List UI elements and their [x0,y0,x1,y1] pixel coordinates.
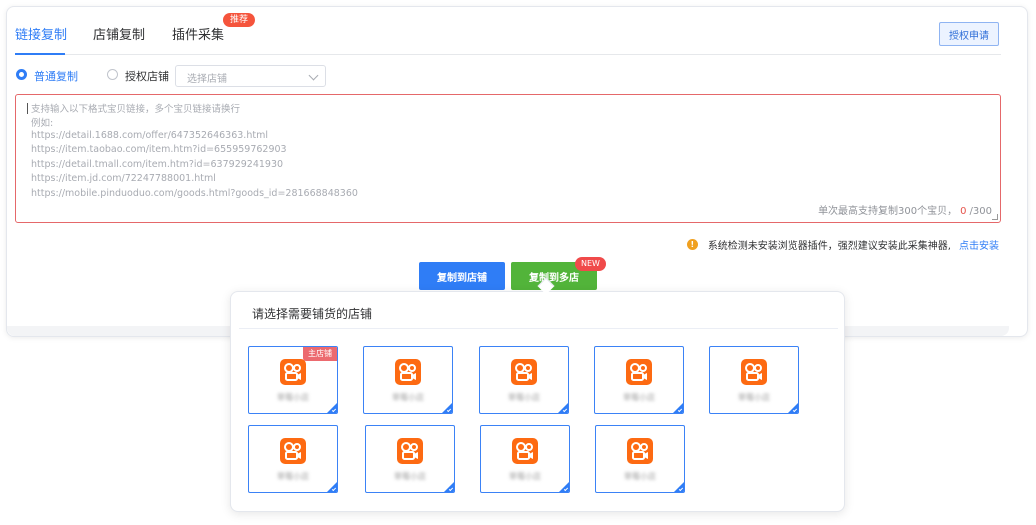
radio-normal-copy[interactable] [16,69,27,80]
tab-shop-copy[interactable]: 店铺复制 [93,24,145,43]
placeholder-line: 支持输入以下格式宝贝链接，多个宝贝链接请换行 [31,104,241,115]
notice-text: 系统检测未安装浏览器插件，强烈建议安装此采集神器, [707,241,951,252]
shop-name: 草莓小店 [508,393,540,402]
placeholder-line: https://item.taobao.com/item.htm?id=6559… [31,144,287,155]
plugin-notice: ! 系统检测未安装浏览器插件，强烈建议安装此采集神器, 点击安装 [686,237,999,252]
popover-title: 请选择需要铺货的店铺 [252,307,373,321]
shop-logo-icon [395,359,421,385]
shop-name: 草莓小店 [738,393,770,402]
tab-link-copy[interactable]: 链接复制 [15,24,67,43]
shop-card[interactable]: 草莓小店 主店铺 [248,346,338,414]
shop-select[interactable]: 选择店铺 [175,65,326,87]
tab-label: 店铺复制 [93,28,146,43]
count-max: /300 [969,206,992,217]
active-tab-indicator [15,53,65,55]
auth-apply-button[interactable]: 授权申请 [939,22,999,46]
shop-logo-icon [280,359,306,385]
warning-icon: ! [686,239,698,250]
shop-card[interactable]: 草莓小店 [709,346,799,414]
copy-to-shop-button[interactable]: 复制到店铺 [419,262,505,290]
shop-name: 草莓小店 [394,472,426,481]
new-badge: NEW [575,257,606,271]
recommend-badge: 推荐 [223,13,256,27]
char-count: 单次最高支持复制300个宝贝， 0/300 [818,202,992,217]
shop-logo-icon [626,359,652,385]
popover-divider [239,328,838,329]
install-link[interactable]: 点击安装 [959,237,999,252]
tab-bar: 链接复制 店铺复制 插件采集 推荐 [15,7,1001,55]
resize-handle[interactable] [992,214,998,220]
placeholder-line: 例如: [31,118,54,129]
link-input-textarea[interactable]: 支持输入以下格式宝贝链接，多个宝贝链接请换行 例如: https://detai… [15,94,1001,223]
radio-auth-shop[interactable] [107,69,118,80]
placeholder-line: https://mobile.pinduoduo.com/goods.html?… [31,188,358,199]
main-shop-tag: 主店铺 [303,347,337,361]
shop-logo-icon [280,438,306,464]
text-cursor [27,103,28,114]
shop-name: 草莓小店 [509,472,541,481]
link-copy-card: 链接复制 店铺复制 插件采集 推荐 授权申请 普通复制 授权店铺 选择店铺 支持… [6,6,1028,337]
count-value: 0 [960,206,967,217]
shop-name: 草莓小店 [624,472,656,481]
shop-logo-icon [397,438,423,464]
limit-text: 单次最高支持复制300个宝贝， [818,206,958,217]
radio-auth-shop-label[interactable]: 授权店铺 [125,68,169,84]
shop-logo-icon [511,359,537,385]
shop-name: 草莓小店 [277,472,309,481]
shop-name: 草莓小店 [392,393,424,402]
shop-select-popover: 请选择需要铺货的店铺 草莓小店 主店铺 草莓小店 草莓小店 草莓小店 草莓小店 草莓小店 草莓… [230,291,845,512]
tab-plugin-collect[interactable]: 插件采集 [172,24,224,43]
placeholder-line: https://item.jd.com/72247788001.html [31,173,216,184]
shop-card[interactable]: 草莓小店 [248,425,338,493]
placeholder-line: https://detail.tmall.com/item.htm?id=637… [31,159,284,170]
shop-card[interactable]: 草莓小店 [365,425,455,493]
shop-card[interactable]: 草莓小店 [594,346,684,414]
copy-mode-row: 普通复制 授权店铺 选择店铺 [15,65,515,87]
shop-logo-icon [512,438,538,464]
shop-select-placeholder: 选择店铺 [187,74,227,85]
radio-normal-copy-label[interactable]: 普通复制 [34,68,78,84]
tab-label: 插件采集 [172,28,225,43]
tab-label: 链接复制 [15,28,68,43]
shop-card[interactable]: 草莓小店 [595,425,685,493]
placeholder-line: https://detail.1688.com/offer/6473526463… [31,130,268,141]
shop-logo-icon [741,359,767,385]
shop-logo-icon [627,438,653,464]
shop-name: 草莓小店 [277,393,309,402]
shop-card[interactable]: 草莓小店 [363,346,453,414]
shop-card[interactable]: 草莓小店 [479,346,569,414]
chevron-down-icon [308,70,319,81]
shop-name: 草莓小店 [623,393,655,402]
shop-card[interactable]: 草莓小店 [480,425,570,493]
